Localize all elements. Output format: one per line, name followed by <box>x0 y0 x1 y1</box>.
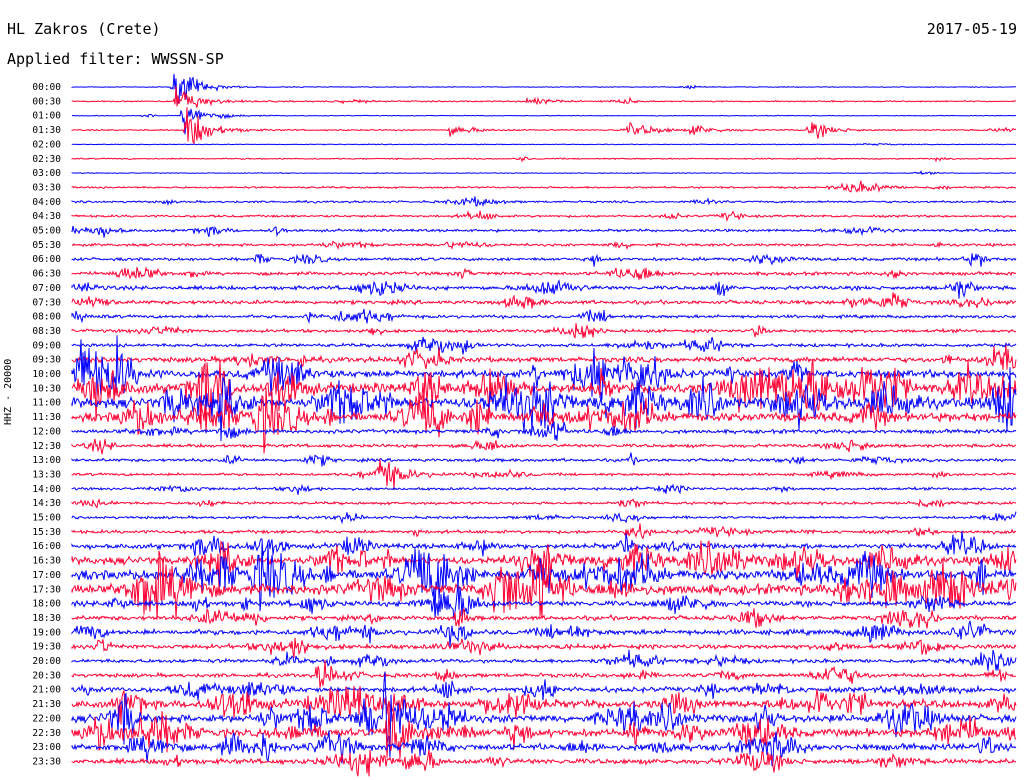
row-time-label: 02:30 <box>32 154 61 165</box>
row-time-label: 07:00 <box>32 283 61 294</box>
row-time-label: 00:30 <box>32 96 61 107</box>
row-time-label: 19:00 <box>32 627 61 638</box>
row-time-label: 09:30 <box>32 355 61 366</box>
row-time-label: 18:00 <box>32 599 61 610</box>
row-time-label: 10:00 <box>32 369 61 380</box>
row-time-label: 22:30 <box>32 728 61 739</box>
trace-row-1330 <box>71 459 1017 490</box>
row-time-label: 19:30 <box>32 642 61 653</box>
row-time-label: 04:30 <box>32 211 61 222</box>
trace-row-1430 <box>71 498 1017 509</box>
row-time-label: 17:00 <box>32 570 61 581</box>
row-time-label: 21:30 <box>32 699 61 710</box>
trace-row-2330 <box>71 749 1017 777</box>
row-time-label: 01:00 <box>32 111 61 122</box>
row-time-label: 03:00 <box>32 168 61 179</box>
trace-row-0730 <box>71 292 1017 309</box>
trace-row-0430 <box>71 210 1017 223</box>
trace-row-0300 <box>71 170 1017 176</box>
trace-row-2000 <box>71 649 1017 671</box>
trace-row-2230 <box>71 703 1017 759</box>
trace-row-0030 <box>71 85 1017 108</box>
row-time-label: 21:00 <box>32 685 61 696</box>
trace-row-1230 <box>71 438 1017 455</box>
row-time-label: 23:30 <box>32 756 61 767</box>
trace-row-0930 <box>71 345 1017 370</box>
row-time-label: 23:00 <box>32 742 61 753</box>
trace-row-0830 <box>71 323 1017 339</box>
row-time-label: 06:30 <box>32 269 61 280</box>
trace-row-1400 <box>71 483 1017 495</box>
row-time-label: 05:00 <box>32 226 61 237</box>
row-time-label: 13:30 <box>32 469 61 480</box>
trace-row-0500 <box>71 225 1017 238</box>
row-time-label: 17:30 <box>32 584 61 595</box>
row-time-label: 04:00 <box>32 197 61 208</box>
row-time-label: 15:30 <box>32 527 61 538</box>
row-time-label: 13:00 <box>32 455 61 466</box>
trace-row-1300 <box>71 452 1017 467</box>
trace-row-2030 <box>71 659 1017 688</box>
row-time-label: 12:30 <box>32 441 61 452</box>
trace-row-1900 <box>71 620 1017 647</box>
row-time-label: 20:00 <box>32 656 61 667</box>
trace-row-0130 <box>71 107 1017 145</box>
row-time-label: 01:30 <box>32 125 61 136</box>
row-time-label: 10:30 <box>32 383 61 394</box>
trace-row-0230 <box>71 156 1016 163</box>
trace-row-0600 <box>71 253 1017 267</box>
trace-row-0400 <box>71 196 1017 208</box>
trace-row-1500 <box>71 511 1017 525</box>
trace-row-0330 <box>71 180 1017 193</box>
seismogram-plot: 00:00 00:30 01:00 01:30 02:00 02:30 03:00 03:30… <box>32 73 1017 777</box>
trace-row-2100 <box>71 679 1017 701</box>
trace-row-0630 <box>71 266 1017 280</box>
row-time-label: 14:30 <box>32 498 61 509</box>
row-time-label: 02:00 <box>32 139 61 150</box>
row-time-label: 09:00 <box>32 340 61 351</box>
trace-row-0900 <box>71 336 1017 355</box>
row-time-label: 00:00 <box>32 82 61 93</box>
row-time-label: 11:00 <box>32 398 61 409</box>
trace-row-0800 <box>71 308 1017 324</box>
row-time-label: 14:00 <box>32 484 61 495</box>
trace-row-0530 <box>71 240 1017 251</box>
row-time-label: 22:00 <box>32 713 61 724</box>
helicorder-page: HL Zakros (Crete) Applied filter: WWSSN-… <box>0 0 1024 780</box>
row-time-label: 07:30 <box>32 297 61 308</box>
trace-row-0700 <box>71 279 1017 299</box>
row-time-label: 20:30 <box>32 670 61 681</box>
row-time-label: 16:00 <box>32 541 61 552</box>
trace-row-1930 <box>71 637 1017 658</box>
row-time-label: 05:30 <box>32 240 61 251</box>
row-time-label: 16:30 <box>32 556 61 567</box>
row-time-label: 08:00 <box>32 312 61 323</box>
row-time-label: 03:30 <box>32 182 61 193</box>
row-time-label: 11:30 <box>32 412 61 423</box>
row-time-label: 12:00 <box>32 426 61 437</box>
row-time-label: 06:00 <box>32 254 61 265</box>
trace-row-0200 <box>71 142 1016 146</box>
row-time-label: 08:30 <box>32 326 61 337</box>
row-time-label: 15:00 <box>32 513 61 524</box>
row-time-label: 18:30 <box>32 613 61 624</box>
